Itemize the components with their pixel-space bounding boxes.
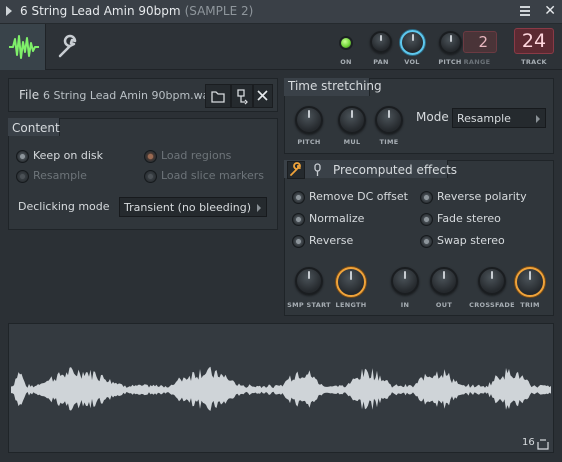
crossfade-label: CROSSFADE [469, 301, 515, 309]
declicking-mode-select[interactable]: Transient (no bleeding) [119, 197, 267, 217]
trim-knob[interactable] [515, 267, 545, 297]
chevron-right-icon [536, 115, 540, 123]
waveform-zoom-value: 16 [522, 437, 535, 448]
effects-wrench-button[interactable] [287, 161, 305, 179]
fade-out-knob[interactable] [430, 267, 458, 295]
fade-stereo-label: Fade stereo [437, 212, 501, 225]
pitch-label: PITCH [438, 58, 462, 66]
remove-dc-offset-label: Remove DC offset [309, 190, 408, 203]
stretch-mul-label: MUL [343, 138, 361, 146]
trim-label: TRIM [520, 301, 540, 309]
wrench-icon [58, 34, 77, 58]
load-regions-radio[interactable] [144, 150, 157, 163]
sample-slot: (SAMPLE 2) [184, 4, 254, 18]
stretch-time-label: TIME [379, 138, 399, 146]
on-led[interactable] [339, 36, 353, 50]
smp-start-knob[interactable] [295, 267, 323, 295]
precomputed-effects-title: Precomputed effects [333, 163, 458, 177]
sample-name: 6 String Lead Amin 90bpm [20, 4, 181, 18]
resample-radio[interactable] [16, 170, 29, 183]
zoom-fit-icon [537, 439, 549, 450]
folder-icon [211, 91, 225, 103]
title-bar: 6 String Lead Amin 90bpm (SAMPLE 2) ✕ [0, 0, 562, 24]
fade-in-knob[interactable] [391, 267, 419, 295]
declicking-mode-value: Transient (no bleeding) [124, 201, 252, 214]
effects-mic-button[interactable] [309, 161, 327, 179]
file-label: File [19, 88, 40, 102]
clear-file-button[interactable] [253, 84, 273, 108]
keep-on-disk-label: Keep on disk [33, 149, 104, 162]
fade-in-label: IN [400, 301, 410, 309]
mixer-track-display[interactable]: 24 [514, 28, 554, 54]
volume-knob[interactable] [400, 30, 425, 55]
file-row: File 6 String Lead Amin 90bpm.wav [8, 78, 278, 112]
window-title: 6 String Lead Amin 90bpm (SAMPLE 2) [20, 4, 253, 18]
locate-file-icon [237, 89, 248, 105]
hamburger-menu-icon[interactable] [518, 4, 532, 18]
normalize-label: Normalize [309, 212, 365, 225]
load-regions-label: Load regions [161, 149, 232, 162]
browse-folder-button[interactable] [205, 84, 231, 108]
normalize-radio[interactable] [292, 213, 305, 226]
pan-label: PAN [373, 58, 389, 66]
length-label: LENGTH [335, 301, 367, 309]
smp-start-label: SMP START [287, 301, 331, 309]
remove-dc-offset-radio[interactable] [292, 191, 305, 204]
pitch-knob[interactable] [439, 31, 462, 54]
file-name: 6 String Lead Amin 90bpm.wav [43, 89, 216, 102]
load-slice-markers-radio[interactable] [144, 170, 157, 183]
microphone-icon [314, 163, 321, 176]
content-title: Content [12, 121, 60, 135]
tab-tools[interactable] [46, 24, 90, 70]
vol-label: VOL [404, 58, 420, 66]
pitch-range-display[interactable]: 2 [463, 31, 497, 53]
keep-on-disk-radio[interactable] [16, 150, 29, 163]
clear-x-icon [257, 90, 268, 101]
reverse-polarity-label: Reverse polarity [437, 190, 527, 203]
waveform-fit-button[interactable] [537, 436, 549, 450]
fade-stereo-radio[interactable] [420, 213, 433, 226]
tab-sample-settings[interactable] [0, 24, 46, 70]
swap-stereo-radio[interactable] [420, 235, 433, 248]
stretch-time-knob[interactable] [375, 106, 403, 134]
resample-label: Resample [33, 169, 87, 182]
waveform-display[interactable] [8, 323, 554, 453]
waveform-tab-icon [9, 35, 39, 59]
stretch-mul-knob[interactable] [338, 106, 366, 134]
swap-stereo-label: Swap stereo [437, 234, 505, 247]
fade-out-label: OUT [435, 301, 453, 309]
stretch-mode-select[interactable]: Resample [452, 108, 546, 128]
locate-file-button[interactable] [231, 84, 253, 108]
stretch-mode-value: Resample [457, 112, 511, 125]
range-label: RANGE [463, 58, 491, 66]
waveform-graph [11, 366, 551, 411]
time-stretching-title: Time stretching [288, 79, 382, 93]
waveform-shape [11, 366, 551, 411]
on-label: ON [340, 58, 352, 66]
crossfade-knob[interactable] [478, 267, 506, 295]
stretch-pitch-knob[interactable] [295, 106, 323, 134]
wrench-icon [290, 162, 301, 176]
declicking-mode-label: Declicking mode [18, 200, 110, 213]
mode-label: Mode [416, 110, 449, 124]
track-label: TRACK [521, 58, 547, 66]
window-menu-arrow-icon[interactable] [6, 6, 12, 16]
pan-knob[interactable] [370, 31, 392, 53]
close-icon[interactable]: ✕ [544, 3, 556, 19]
reverse-polarity-radio[interactable] [420, 191, 433, 204]
reverse-radio[interactable] [292, 235, 305, 248]
reverse-label: Reverse [309, 234, 354, 247]
chevron-right-icon [257, 204, 261, 212]
length-knob[interactable] [336, 267, 366, 297]
stretch-pitch-label: PITCH [297, 138, 321, 146]
load-slice-markers-label: Load slice markers [161, 169, 265, 182]
